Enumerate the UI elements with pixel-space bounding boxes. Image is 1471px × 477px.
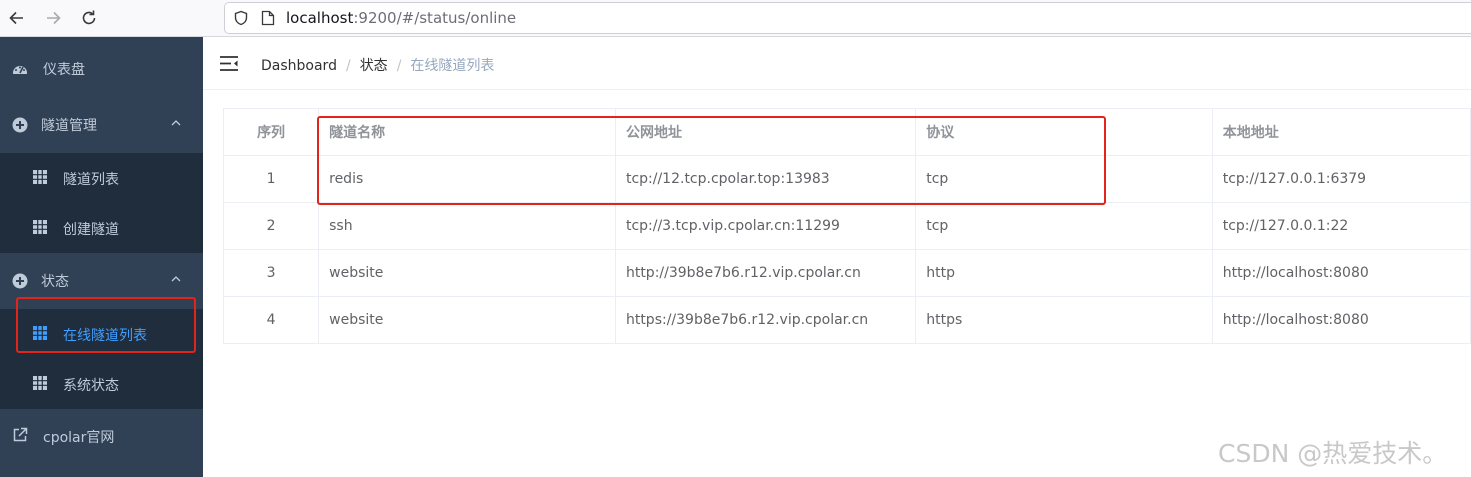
cell-local-address: tcp://127.0.0.1:22 [1211,202,1471,250]
chevron-up-icon [171,120,181,126]
cell-local-address: http://localhost:8080 [1211,296,1471,344]
url-text[interactable]: localhost:9200/#/status/online [286,9,516,27]
breadcrumb-separator: / [345,58,351,74]
navbar: Dashboard / 状态 / 在线隧道列表 [203,37,1471,90]
sidebar-subitem-label: 创建隧道 [63,222,119,238]
sidebar-item-cpolar-site[interactable]: cpolar官网 [0,409,203,465]
cell-name: ssh [318,202,616,250]
sidebar-item-label: 仪表盘 [43,62,85,78]
table-row: 3 website http://39b8e7b6.r12.vip.cpolar… [222,249,1471,297]
breadcrumb-current: 在线隧道列表 [410,58,495,74]
sidebar-item-label: 状态 [41,274,69,290]
cell-name: website [318,296,616,344]
cell-name: redis [318,155,616,203]
sidebar-subitem-label: 隧道列表 [63,172,119,188]
table-icon [33,220,47,234]
sidebar-subitem-label: 系统状态 [63,378,119,394]
sidebar-item-dashboard[interactable]: 仪表盘 [0,41,203,97]
cell-index: 3 [222,249,320,297]
browser-toolbar: localhost:9200/#/status/online [0,0,1471,37]
page-icon[interactable] [261,10,275,26]
sidebar-item-label: 隧道管理 [41,118,97,134]
dashboard-icon [13,66,27,74]
cell-index: 2 [222,202,320,250]
table-icon [33,326,47,340]
sidebar-item-create-tunnel[interactable]: 创建隧道 [0,203,203,253]
circle-plus-icon [12,273,28,289]
cell-protocol: http [915,249,1213,297]
table-header-row: 序列 隧道名称 公网地址 协议 本地地址 [222,108,1471,156]
table-icon [33,376,47,390]
breadcrumb: Dashboard / 状态 / 在线隧道列表 [261,55,494,75]
column-header-public-url: 公网地址 [614,108,917,156]
table-row: 1 redis tcp://12.tcp.cpolar.top:13983 tc… [222,155,1471,203]
back-icon[interactable] [7,8,27,28]
sidebar-subitem-label: 在线隧道列表 [63,328,147,344]
circle-plus-icon [12,117,28,133]
url-host: localhost [286,9,354,27]
cell-local-address: tcp://127.0.0.1:6379 [1211,155,1471,203]
cell-index: 1 [222,155,320,203]
cell-protocol: tcp [915,202,1213,250]
sidebar: 仪表盘 隧道管理 隧道列表 创建隧道 状态 在线隧道列表 系统状态 cpolar… [0,37,203,477]
sidebar-item-tunnel-list[interactable]: 隧道列表 [0,153,203,203]
cell-protocol: https [915,296,1213,344]
cell-local-address: http://localhost:8080 [1211,249,1471,297]
column-header-protocol: 协议 [915,108,1213,156]
external-link-icon [13,427,28,442]
sidebar-item-label: cpolar官网 [43,430,115,446]
cell-name: website [318,249,616,297]
table-row: 2 ssh tcp://3.tcp.vip.cpolar.cn:11299 tc… [222,202,1471,250]
column-header-index: 序列 [222,108,320,156]
sidebar-item-status[interactable]: 状态 [0,253,203,309]
chevron-up-icon [171,276,181,282]
online-tunnels-table: 序列 隧道名称 公网地址 协议 本地地址 1 redis tcp://12.tc… [222,108,1471,344]
shield-icon[interactable] [233,10,249,26]
url-path: :9200/#/status/online [353,9,517,27]
sidebar-item-system-status[interactable]: 系统状态 [0,359,203,409]
address-bar[interactable]: localhost:9200/#/status/online [224,2,1471,34]
watermark: CSDN @热爱技术。 [1218,439,1448,468]
cell-public-url: tcp://12.tcp.cpolar.top:13983 [614,155,917,203]
breadcrumb-separator: / [396,58,402,74]
cell-public-url: http://39b8e7b6.r12.vip.cpolar.cn [614,249,917,297]
breadcrumb-dashboard[interactable]: Dashboard [261,58,337,74]
sidebar-item-online-tunnels[interactable]: 在线隧道列表 [0,309,203,359]
table-row: 4 website https://39b8e7b6.r12.vip.cpola… [222,296,1471,344]
cell-public-url: https://39b8e7b6.r12.vip.cpolar.cn [614,296,917,344]
sidebar-item-tunnel-management[interactable]: 隧道管理 [0,97,203,153]
cell-protocol: tcp [915,155,1213,203]
cell-public-url: tcp://3.tcp.vip.cpolar.cn:11299 [614,202,917,250]
column-header-name: 隧道名称 [318,108,616,156]
breadcrumb-status[interactable]: 状态 [360,58,388,74]
reload-icon[interactable] [79,8,99,28]
cell-index: 4 [222,296,320,344]
menu-fold-icon[interactable] [220,56,238,71]
forward-icon[interactable] [43,8,63,28]
table-icon [33,170,47,184]
column-header-local-address: 本地地址 [1211,108,1471,156]
